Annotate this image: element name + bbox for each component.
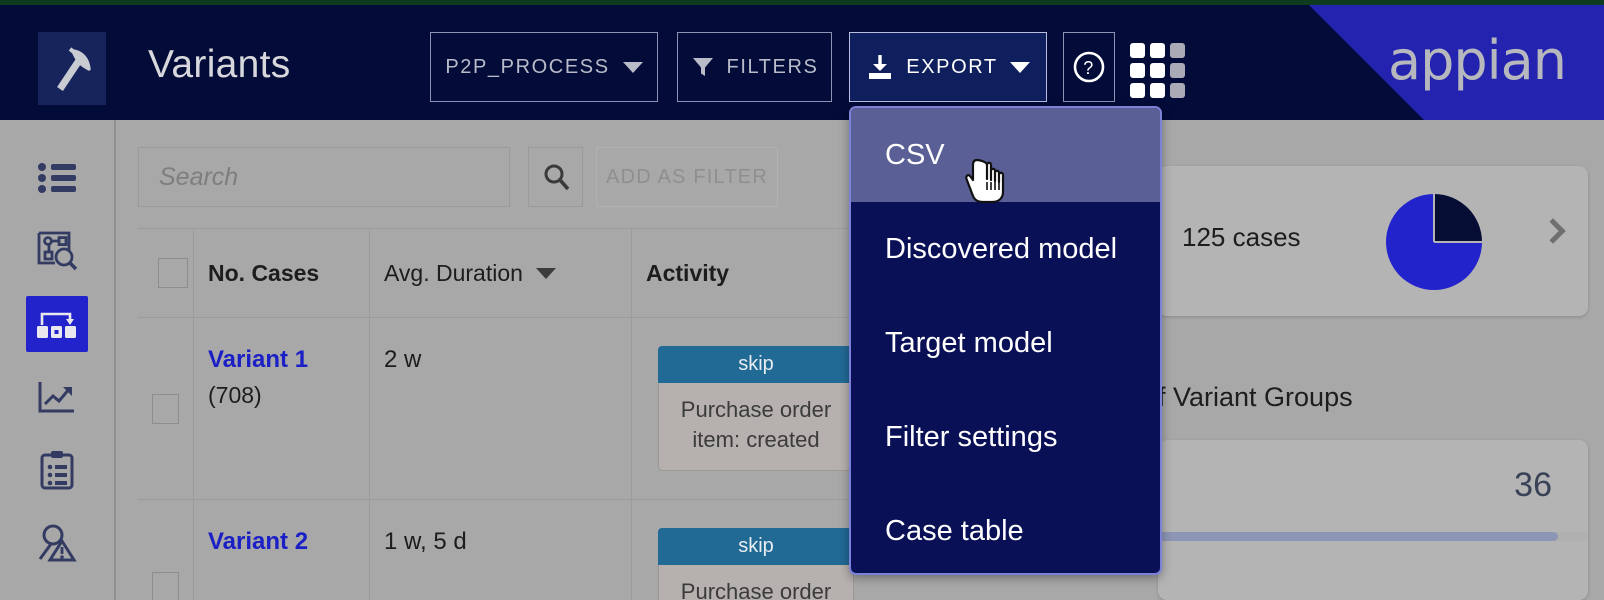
- magnifier-icon: [544, 164, 569, 191]
- sidebar-item-reports[interactable]: [26, 442, 88, 498]
- app-grid-cell: [1170, 83, 1185, 98]
- sidebar-item-process-explorer[interactable]: [26, 223, 88, 279]
- download-icon: [869, 55, 892, 79]
- svg-text:?: ?: [1083, 58, 1095, 78]
- export-dropdown-menu[interactable]: CSV Discovered model Target model Filter…: [849, 106, 1162, 575]
- export-label: EXPORT: [906, 55, 998, 78]
- clipboard-list-icon: [40, 451, 74, 490]
- column-header-duration[interactable]: Avg. Duration: [370, 229, 632, 317]
- app-logo[interactable]: [38, 32, 106, 105]
- row-duration-cell: 1 w, 5 d: [370, 500, 632, 600]
- variant-groups-card[interactable]: 36: [1158, 440, 1588, 600]
- app-grid-cell: [1130, 83, 1145, 98]
- app-grid-cell: [1130, 43, 1145, 58]
- row-duration-cell: 2 w: [370, 318, 632, 500]
- column-label-duration: Avg. Duration: [384, 259, 523, 286]
- app-grid-cell: [1130, 63, 1145, 78]
- variant-duration: 1 w, 5 d: [384, 528, 467, 556]
- app-grid-cell: [1170, 63, 1185, 78]
- variant-groups-bar-track: [1158, 532, 1588, 541]
- variant-duration: 2 w: [384, 346, 422, 373]
- sidebar-item-analytics[interactable]: [26, 369, 88, 425]
- select-all-checkbox[interactable]: [157, 258, 188, 288]
- select-all-cell: [138, 229, 194, 317]
- person-alert-icon: [38, 524, 77, 562]
- sidebar-item-list[interactable]: [26, 150, 88, 206]
- pie-chart-icon: [1386, 194, 1482, 290]
- help-button[interactable]: ?: [1063, 32, 1115, 102]
- row-select-cell: [138, 500, 194, 600]
- sidebar-item-variants[interactable]: [26, 296, 88, 352]
- search-input[interactable]: Search: [138, 147, 510, 207]
- export-menu-item-csv[interactable]: CSV: [851, 108, 1160, 202]
- app-header: Variants P2P_PROCESS FILTERS EXPORT ? ap…: [0, 5, 1604, 120]
- row-checkbox[interactable]: [152, 572, 179, 600]
- bullet-list-icon: [38, 163, 76, 193]
- app-grid-cell: [1150, 83, 1165, 98]
- variant-link[interactable]: Variant 2: [208, 528, 308, 556]
- trend-chart-icon: [38, 382, 74, 413]
- add-as-filter-button[interactable]: ADD AS FILTER: [596, 147, 778, 207]
- sidebar-item-conformance[interactable]: [26, 515, 88, 571]
- chevron-down-icon: [622, 61, 643, 73]
- activity-chip-line2: item: created: [692, 426, 820, 452]
- filters-button[interactable]: FILTERS: [677, 32, 832, 102]
- export-menu-item-case-table[interactable]: Case table: [851, 484, 1160, 573]
- process-selector[interactable]: P2P_PROCESS: [430, 32, 658, 102]
- question-circle-icon: ?: [1073, 51, 1105, 83]
- export-menu-item-discovered-model[interactable]: Discovered model: [851, 202, 1160, 296]
- process-search-icon: [37, 231, 77, 271]
- variants-flow-icon: [37, 312, 76, 338]
- cases-summary-card[interactable]: 125 cases: [1158, 166, 1588, 316]
- brand-logo-text: appian: [1388, 29, 1567, 92]
- export-menu-label: Filter settings: [885, 420, 1058, 453]
- search-button[interactable]: [528, 147, 583, 207]
- sidebar: [0, 120, 116, 600]
- caret-down-icon: [535, 267, 556, 279]
- variant-groups-bar-fill: [1158, 532, 1558, 541]
- activity-chip[interactable]: skip Purchase order: [658, 528, 854, 600]
- page-title: Variants: [148, 43, 291, 86]
- chevron-down-icon: [1009, 61, 1030, 73]
- filters-label: FILTERS: [726, 55, 819, 78]
- export-button[interactable]: EXPORT: [849, 32, 1047, 102]
- export-menu-label: Discovered model: [885, 232, 1118, 265]
- activity-chip-label: Purchase order item: created: [658, 383, 854, 472]
- column-label-activity: Activity: [646, 259, 730, 286]
- activity-chip[interactable]: skip Purchase order item: created: [658, 346, 854, 472]
- activity-chip-label: Purchase order: [658, 565, 854, 600]
- app-grid-cell: [1150, 63, 1165, 78]
- export-menu-item-target-model[interactable]: Target model: [851, 296, 1160, 390]
- export-menu-label: CSV: [885, 138, 945, 171]
- column-header-cases[interactable]: No. Cases: [194, 229, 370, 317]
- export-menu-label: Case table: [885, 514, 1024, 547]
- cases-summary-text: 125 cases: [1182, 222, 1301, 252]
- process-selector-label: P2P_PROCESS: [445, 55, 610, 78]
- export-menu-item-filter-settings[interactable]: Filter settings: [851, 390, 1160, 484]
- app-grid-cell: [1150, 43, 1165, 58]
- variant-groups-title: f Variant Groups: [1158, 382, 1353, 412]
- variant-link[interactable]: Variant 1: [208, 346, 308, 374]
- chevron-right-icon[interactable]: [1540, 218, 1566, 244]
- variant-case-count: (708): [208, 382, 262, 408]
- pickaxe-icon: [57, 46, 91, 91]
- row-cases-cell: Variant 2: [194, 500, 370, 600]
- column-label-cases: No. Cases: [208, 259, 320, 286]
- funnel-icon: [692, 58, 713, 76]
- activity-chip-badge: skip: [658, 346, 854, 383]
- row-checkbox[interactable]: [152, 393, 179, 424]
- variant-groups-value: 36: [1514, 466, 1552, 504]
- add-as-filter-label: ADD AS FILTER: [606, 165, 768, 188]
- app-grid-button[interactable]: [1130, 43, 1185, 98]
- row-select-cell: [138, 318, 194, 500]
- activity-chip-line1: Purchase order: [680, 579, 832, 600]
- activity-chip-line1: Purchase order: [680, 397, 832, 422]
- app-grid-cell: [1170, 43, 1185, 58]
- export-menu-label: Target model: [885, 326, 1053, 359]
- search-placeholder: Search: [159, 162, 239, 191]
- activity-chip-badge: skip: [658, 528, 854, 566]
- row-cases-cell: Variant 1 (708): [194, 318, 370, 500]
